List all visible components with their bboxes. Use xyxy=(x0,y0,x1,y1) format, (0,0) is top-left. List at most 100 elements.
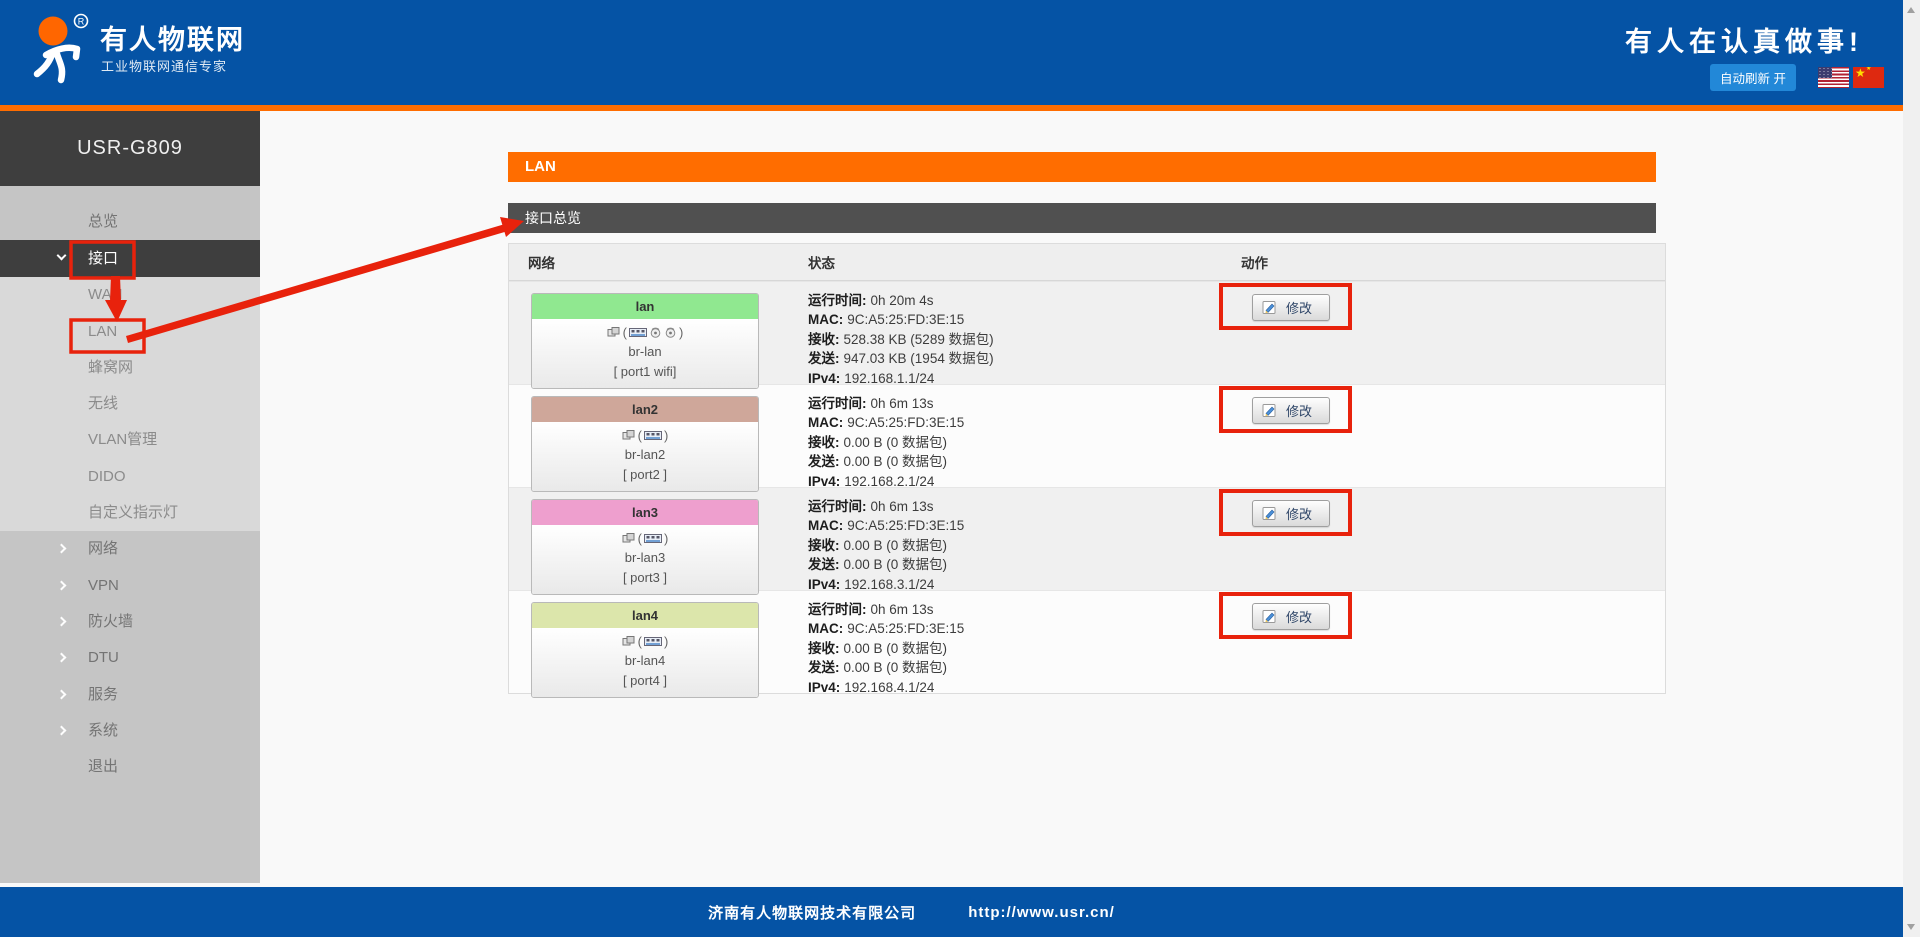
mac-value: 9C:A5:25:FD:3E:15 xyxy=(847,518,964,533)
svg-text:R: R xyxy=(78,17,85,27)
sidebar-section-bottom: 网络 VPN 防火墙 DTU 服务 系统 退出 xyxy=(0,531,260,883)
sidebar-item-firewall[interactable]: 防火墙 xyxy=(0,604,260,640)
cn-flag-small-star: ★ xyxy=(1866,67,1871,72)
port-list: [ port4 ] xyxy=(532,671,758,691)
bridge-icon xyxy=(644,533,662,544)
sidebar-item-wireless[interactable]: 无线 xyxy=(0,386,260,422)
tx-value: 947.03 KB (1954 数据包) xyxy=(844,351,994,366)
interface-row-lan4: lan4 ( ) br-lan4 [ port4 ] 运行时间:0h 6m 1 xyxy=(509,590,1665,693)
top-header: R 有人物联网 工业物联网通信专家 有人在认真做事! 自动刷新 开 ★★ xyxy=(0,0,1920,105)
sidebar-nav: USR-G809 总览 接口 WAN LAN 蜂窝网 无线 VLAN管理 DID… xyxy=(0,111,260,883)
footer-url-link[interactable]: http://www.usr.cn/ xyxy=(968,904,1115,921)
tx-value: 0.00 B (0 数据包) xyxy=(844,454,948,469)
port-list: [ port3 ] xyxy=(532,568,758,588)
column-header-status: 状态 xyxy=(791,252,1226,272)
sidebar-item-vlan[interactable]: VLAN管理 xyxy=(0,422,260,458)
mac-value: 9C:A5:25:FD:3E:15 xyxy=(847,621,964,636)
port-list: [ port1 wifi] xyxy=(532,362,758,382)
sidebar-item-network[interactable]: 网络 xyxy=(0,531,260,567)
vertical-scrollbar[interactable] xyxy=(1903,0,1920,937)
sidebar-item-overview[interactable]: 总览 xyxy=(0,204,260,240)
ipv4-value: 192.168.3.1/24 xyxy=(844,577,934,592)
rx-value: 0.00 B (0 数据包) xyxy=(844,538,948,553)
edit-pencil-icon xyxy=(1262,300,1277,315)
sidebar-item-interfaces[interactable]: 接口 xyxy=(0,240,260,277)
logo-head xyxy=(39,17,68,46)
auto-refresh-toggle[interactable]: 自动刷新 开 xyxy=(1710,64,1796,91)
chevron-right-icon xyxy=(57,544,67,554)
chevron-down-icon xyxy=(57,251,67,261)
header-controls: 自动刷新 开 ★★ xyxy=(1710,64,1884,91)
ipv4-value: 192.168.2.1/24 xyxy=(844,474,934,489)
ethernet-icon xyxy=(622,533,636,544)
network-badge-lan4: lan4 ( ) br-lan4 [ port4 ] xyxy=(531,602,759,698)
sidebar-item-dtu[interactable]: DTU xyxy=(0,640,260,676)
uptime-value: 0h 6m 13s xyxy=(871,499,934,514)
sidebar-item-dido[interactable]: DIDO xyxy=(0,459,260,495)
column-header-action: 动作 xyxy=(1226,252,1665,272)
sidebar-section-interfaces-sub: WAN LAN 蜂窝网 无线 VLAN管理 DIDO 自定义指示灯 xyxy=(0,277,260,531)
wifi-icon xyxy=(649,326,662,338)
ethernet-icon xyxy=(622,430,636,441)
logo-leg-right xyxy=(57,54,62,80)
sidebar-item-system[interactable]: 系统 xyxy=(0,713,260,749)
rx-value: 528.38 KB (5289 数据包) xyxy=(844,332,994,347)
chevron-right-icon xyxy=(57,689,67,699)
edit-pencil-icon xyxy=(1262,609,1277,624)
sidebar-item-lan[interactable]: LAN xyxy=(0,314,260,350)
edit-button-lan3[interactable]: 修改 xyxy=(1252,500,1330,527)
sidebar-item-services[interactable]: 服务 xyxy=(0,677,260,713)
bridge-name: br-lan2 xyxy=(532,445,758,465)
sidebar-item-wan[interactable]: WAN xyxy=(0,277,260,313)
network-badge-lan: lan ( ) br-lan [ port1 wifi] xyxy=(531,293,759,389)
interface-row-lan3: lan3 ( ) br-lan3 [ port3 ] 运行时间:0h 6m 1 xyxy=(509,487,1665,590)
chevron-right-icon xyxy=(57,725,67,735)
interface-overview-table: 网络 状态 动作 lan ( ) xyxy=(508,243,1666,694)
us-flag-canton xyxy=(1818,67,1832,78)
status-cell: 运行时间:0h 6m 13s MAC:9C:A5:25:FD:3E:15 接收:… xyxy=(791,591,1226,693)
rx-value: 0.00 B (0 数据包) xyxy=(844,435,948,450)
sidebar-item-custom-led[interactable]: 自定义指示灯 xyxy=(0,495,260,531)
usr-logo: R xyxy=(22,8,100,88)
edit-pencil-icon xyxy=(1262,403,1277,418)
edit-button-lan4[interactable]: 修改 xyxy=(1252,603,1330,630)
interface-row-lan2: lan2 ( ) br-lan2 [ port2 ] 运行时间:0h 6m 1 xyxy=(509,384,1665,487)
sidebar-item-logout[interactable]: 退出 xyxy=(0,749,260,785)
tx-value: 0.00 B (0 数据包) xyxy=(844,660,948,675)
interface-row-lan: lan ( ) br-lan [ port1 wifi] xyxy=(509,281,1665,384)
ipv4-value: 192.168.4.1/24 xyxy=(844,680,934,695)
status-cell: 运行时间:0h 6m 13s MAC:9C:A5:25:FD:3E:15 接收:… xyxy=(791,488,1226,590)
status-cell: 运行时间:0h 20m 4s MAC:9C:A5:25:FD:3E:15 接收:… xyxy=(791,282,1226,384)
port-list: [ port2 ] xyxy=(532,465,758,485)
scrollbar-up-arrow-icon[interactable] xyxy=(1907,7,1915,13)
scrollbar-down-arrow-icon[interactable] xyxy=(1907,924,1915,930)
status-cell: 运行时间:0h 6m 13s MAC:9C:A5:25:FD:3E:15 接收:… xyxy=(791,385,1226,487)
uptime-value: 0h 6m 13s xyxy=(871,602,934,617)
bridge-name: br-lan xyxy=(532,342,758,362)
chevron-right-icon xyxy=(57,580,67,590)
edit-button-lan[interactable]: 修改 xyxy=(1252,294,1330,321)
column-header-network: 网络 xyxy=(509,252,791,272)
bridge-name: br-lan4 xyxy=(532,651,758,671)
sidebar-section-top: 总览 xyxy=(0,186,260,240)
ethernet-icon xyxy=(622,636,636,647)
brand-subtitle: 工业物联网通信专家 xyxy=(101,56,227,75)
bridge-icon xyxy=(629,327,647,338)
device-name: USR-G809 xyxy=(0,111,260,186)
mac-value: 9C:A5:25:FD:3E:15 xyxy=(847,415,964,430)
ethernet-icon xyxy=(607,327,621,338)
ipv4-value: 192.168.1.1/24 xyxy=(844,371,934,386)
bridge-icon xyxy=(644,636,662,647)
edit-pencil-icon xyxy=(1262,506,1277,521)
page-title: LAN xyxy=(508,152,1656,182)
orange-divider xyxy=(0,105,1920,111)
us-flag-language-button[interactable] xyxy=(1818,67,1849,88)
sidebar-item-cellular[interactable]: 蜂窝网 xyxy=(0,350,260,386)
sidebar-item-vpn[interactable]: VPN xyxy=(0,568,260,604)
tx-value: 0.00 B (0 数据包) xyxy=(844,557,948,572)
header-slogan: 有人在认真做事! xyxy=(1625,20,1863,59)
cn-flag-language-button[interactable]: ★★ xyxy=(1853,67,1884,88)
rx-value: 0.00 B (0 数据包) xyxy=(844,641,948,656)
edit-button-lan2[interactable]: 修改 xyxy=(1252,397,1330,424)
mac-value: 9C:A5:25:FD:3E:15 xyxy=(847,312,964,327)
